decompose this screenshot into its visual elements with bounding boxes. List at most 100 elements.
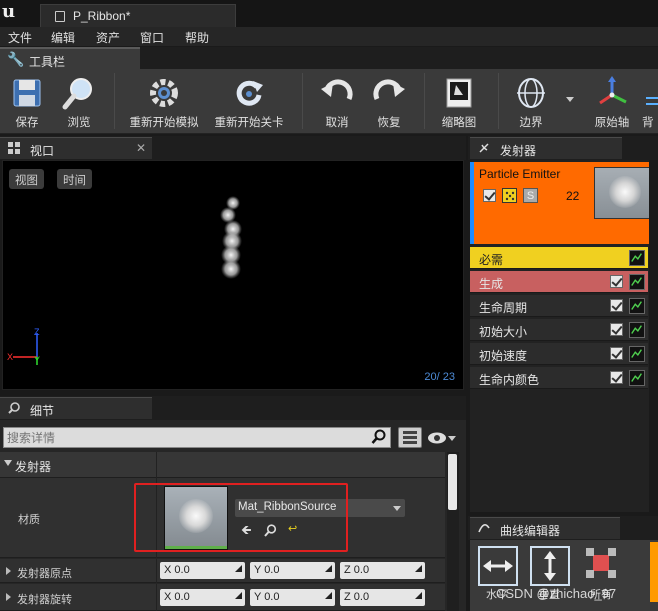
column-divider <box>156 452 157 478</box>
collapse-arrow-icon[interactable] <box>6 593 11 601</box>
material-thumbnail[interactable] <box>164 486 228 550</box>
module-label: 初始大小 <box>479 325 528 339</box>
column-divider <box>156 478 157 558</box>
details-search-input[interactable] <box>7 429 367 446</box>
frame-counter: 20/ 23 <box>424 371 455 383</box>
origin-axis-button[interactable]: 原始轴 <box>586 69 638 133</box>
drag-handle-icon <box>415 592 422 599</box>
details-scrollbar[interactable] <box>447 452 459 611</box>
fit-vertical-button[interactable] <box>530 546 570 586</box>
curve-graph-icon[interactable] <box>629 322 645 338</box>
module-enabled-checkbox[interactable] <box>610 323 623 336</box>
details-magnifier-icon <box>8 402 20 414</box>
emitter-thumbnail <box>594 167 656 219</box>
module-label: 生成 <box>479 277 504 291</box>
browse-asset-icon[interactable] <box>264 524 277 537</box>
save-button[interactable]: 保存 <box>4 69 50 133</box>
time-button[interactable]: 时间 <box>57 169 92 189</box>
emitter-origin-label: 发射器原点 <box>17 568 72 580</box>
expand-arrow-icon <box>4 460 12 466</box>
undo-button[interactable]: 取消 <box>314 69 360 133</box>
module-required[interactable]: 必需 <box>470 247 648 269</box>
background-button[interactable]: 背 <box>642 69 658 133</box>
details-tab[interactable]: 细节 <box>0 397 152 419</box>
module-label: 生命内颜色 <box>479 373 540 387</box>
view-mode-button[interactable]: 视图 <box>9 169 44 189</box>
module-label: 生命周期 <box>479 301 528 315</box>
details-search-box[interactable] <box>3 427 391 448</box>
close-icon[interactable]: ✕ <box>136 141 146 155</box>
fit-all-button[interactable] <box>584 546 618 584</box>
bounds-sphere-icon <box>517 78 545 108</box>
restart-level-button[interactable]: 重新开始关卡 <box>208 69 290 133</box>
grid-view-button[interactable] <box>398 427 422 448</box>
collapse-arrow-icon[interactable] <box>6 567 11 575</box>
viewport[interactable]: 视图 时间 Z X Y 20/ 23 <box>2 160 464 390</box>
menu-bar: 文件 编辑 资产 窗口 帮助 <box>0 27 658 46</box>
module-initial-velocity[interactable]: 初始速度 <box>470 343 648 365</box>
drag-handle-icon <box>235 565 242 572</box>
module-enabled-checkbox[interactable] <box>610 275 623 288</box>
module-initial-size[interactable]: 初始大小 <box>470 319 648 341</box>
menu-asset[interactable]: 资产 <box>96 29 120 46</box>
bounds-dropdown-chevron-icon[interactable] <box>566 97 574 102</box>
menu-file[interactable]: 文件 <box>8 29 32 46</box>
origin-z-field[interactable]: Z 0.0 <box>340 562 425 579</box>
emitters-tab[interactable]: 发射器 <box>470 137 622 159</box>
restart-simulation-button[interactable]: 重新开始模拟 <box>124 69 204 133</box>
emitter-section-header[interactable]: 发射器 <box>0 452 445 478</box>
search-icon[interactable] <box>371 429 387 445</box>
rotation-x-field[interactable]: X 0.0 <box>160 589 245 606</box>
menu-window[interactable]: 窗口 <box>140 29 164 46</box>
curve-editor-tab[interactable]: 曲线编辑器 <box>470 517 620 539</box>
scrollbar-thumb[interactable] <box>448 454 457 510</box>
curve-graph-icon[interactable] <box>629 250 645 266</box>
origin-x-field[interactable]: X 0.0 <box>160 562 245 579</box>
unreal-logo-icon[interactable]: u <box>2 2 24 24</box>
curve-graph-icon[interactable] <box>629 274 645 290</box>
emitter-render-mode-icon[interactable] <box>502 188 517 203</box>
emitter-enabled-checkbox[interactable] <box>483 189 496 202</box>
fit-horizontal-button[interactable] <box>478 546 518 586</box>
module-lifetime[interactable]: 生命周期 <box>470 295 648 317</box>
rotation-y-field[interactable]: Y 0.0 <box>250 589 335 606</box>
rotation-z-field[interactable]: Z 0.0 <box>340 589 425 606</box>
rotation-x-value: X 0.0 <box>164 591 190 603</box>
material-type-bar <box>165 546 227 549</box>
particle-count: 22 <box>566 189 580 203</box>
reset-to-default-icon[interactable]: ↩ <box>288 522 297 535</box>
refresh-icon <box>236 80 263 106</box>
drag-handle-icon <box>235 592 242 599</box>
use-selected-arrow-icon[interactable]: 🡸 <box>241 521 252 543</box>
thumbnail-button[interactable]: 缩略图 <box>434 69 484 133</box>
background-color-icon <box>646 97 658 105</box>
origin-x-value: X 0.0 <box>164 564 190 576</box>
document-tab[interactable]: P_Ribbon* <box>40 4 236 27</box>
origin-y-field[interactable]: Y 0.0 <box>250 562 335 579</box>
browse-button[interactable]: 浏览 <box>56 69 102 133</box>
redo-button[interactable]: 恢复 <box>366 69 412 133</box>
visibility-filter-button[interactable] <box>427 430 457 446</box>
curve-graph-icon[interactable] <box>629 370 645 386</box>
save-icon <box>13 79 41 107</box>
module-spawn[interactable]: 生成 <box>470 271 648 293</box>
module-enabled-checkbox[interactable] <box>610 371 623 384</box>
viewport-tab[interactable]: 视口 ✕ <box>0 137 152 159</box>
solo-button[interactable]: S <box>523 188 538 203</box>
toolbar-tab[interactable]: 🔧 工具栏 <box>0 47 140 69</box>
material-asset-dropdown[interactable]: Mat_RibbonSource <box>235 499 405 517</box>
particle-system-icon <box>55 11 65 22</box>
curve-graph-icon[interactable] <box>629 298 645 314</box>
emitter-header[interactable]: Particle Emitter S 22 <box>470 162 658 244</box>
module-enabled-checkbox[interactable] <box>610 347 623 360</box>
material-asset-name: Mat_RibbonSource <box>238 501 337 513</box>
vertical-arrows-icon <box>544 551 556 581</box>
bounds-button[interactable]: 边界 <box>508 69 554 133</box>
toolbar-separator <box>498 73 499 129</box>
axis-x-label: X <box>7 352 14 362</box>
module-enabled-checkbox[interactable] <box>610 299 623 312</box>
menu-edit[interactable]: 编辑 <box>51 29 75 46</box>
curve-graph-icon[interactable] <box>629 346 645 362</box>
module-color-over-life[interactable]: 生命内颜色 <box>470 367 648 389</box>
menu-help[interactable]: 帮助 <box>185 29 209 46</box>
